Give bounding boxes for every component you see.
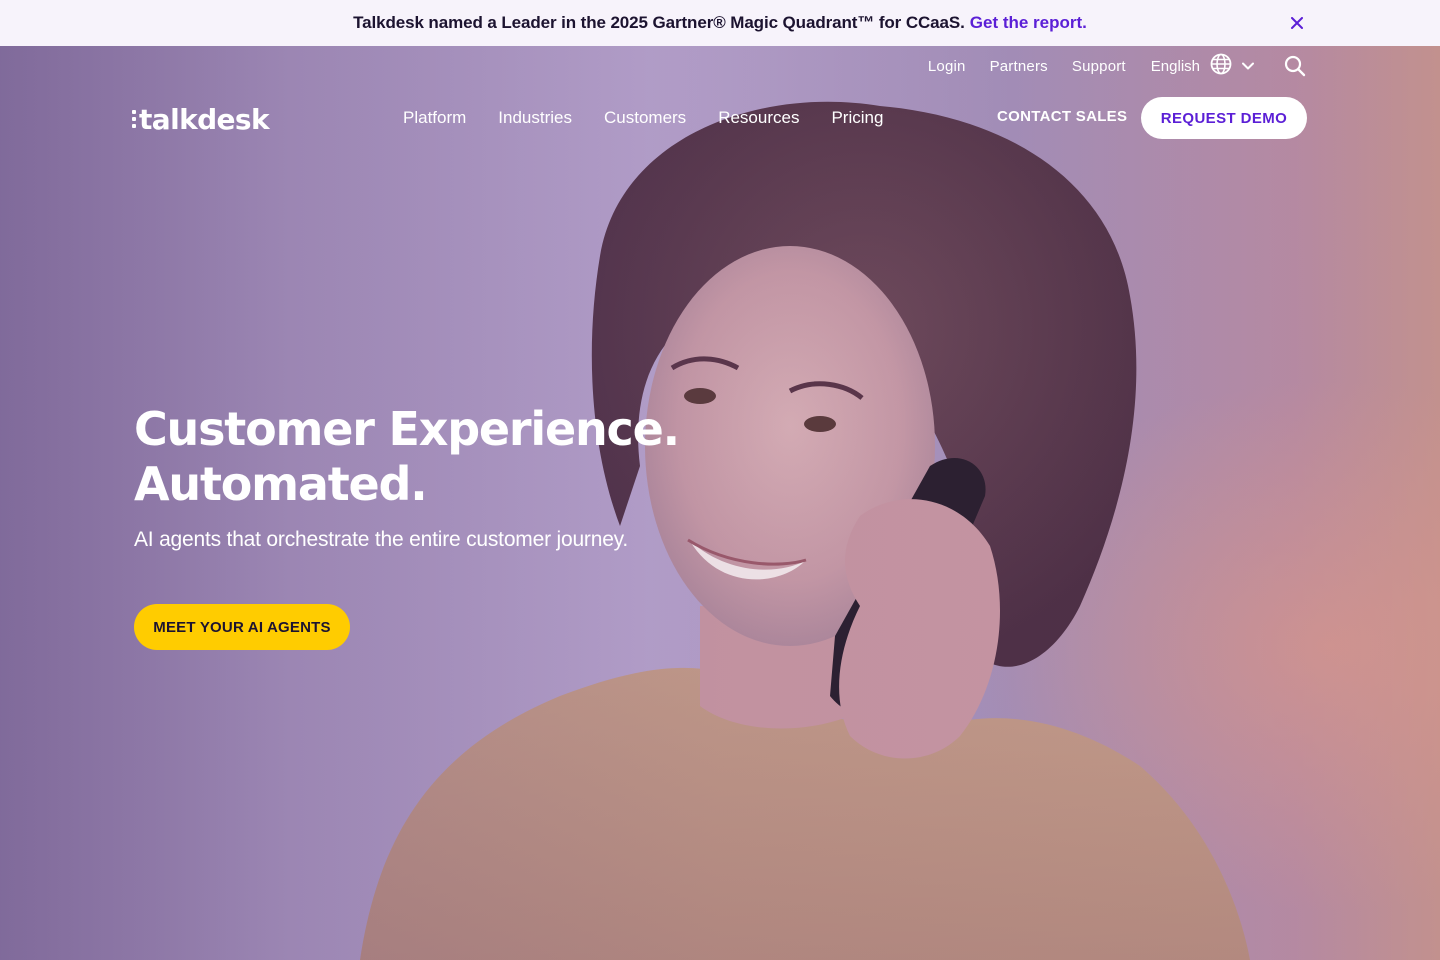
- contact-sales-link[interactable]: CONTACT SALES: [997, 108, 1127, 125]
- nav-industries[interactable]: Industries: [498, 108, 572, 128]
- talkdesk-logo[interactable]: talkdesk: [132, 102, 270, 136]
- nav-platform[interactable]: Platform: [403, 108, 466, 128]
- globe-icon: [1210, 53, 1232, 80]
- support-link[interactable]: Support: [1072, 58, 1126, 75]
- utility-nav: Login Partners Support English: [904, 53, 1306, 77]
- hero-headline-line-1: Customer Experience.: [134, 402, 680, 456]
- search-icon[interactable]: [1284, 55, 1306, 77]
- close-icon[interactable]: [1288, 14, 1306, 32]
- partners-link[interactable]: Partners: [990, 58, 1048, 75]
- hero-headline-line-2: Automated.: [134, 457, 428, 511]
- logo-mark: [132, 110, 136, 128]
- nav-resources[interactable]: Resources: [718, 108, 799, 128]
- nav-pricing[interactable]: Pricing: [831, 108, 883, 128]
- chevron-down-icon: [1242, 62, 1254, 70]
- language-label: English: [1150, 57, 1200, 75]
- hero-headline: Customer Experience. Automated.: [134, 402, 754, 512]
- meet-ai-agents-button[interactable]: MEET YOUR AI AGENTS: [134, 604, 350, 650]
- language-selector[interactable]: English: [1151, 53, 1254, 80]
- hero-subhead: AI agents that orchestrate the entire cu…: [134, 528, 629, 551]
- announcement-bar: Talkdesk named a Leader in the 2025 Gart…: [0, 0, 1440, 46]
- announcement-report-link[interactable]: Get the report.: [970, 13, 1087, 33]
- logo-text: talkdesk: [139, 102, 270, 136]
- announcement-text: Talkdesk named a Leader in the 2025 Gart…: [353, 13, 965, 32]
- main-nav: Platform Industries Customers Resources …: [403, 106, 915, 130]
- nav-customers[interactable]: Customers: [604, 108, 686, 128]
- request-demo-button[interactable]: REQUEST DEMO: [1141, 97, 1307, 139]
- login-link[interactable]: Login: [928, 58, 966, 75]
